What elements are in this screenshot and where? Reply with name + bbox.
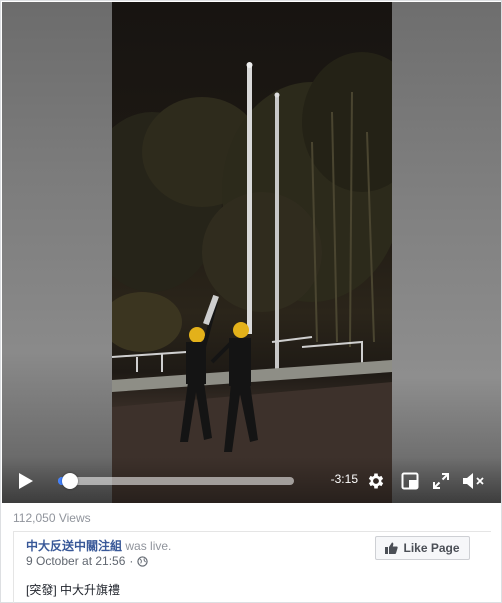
divider [13,531,491,532]
meta-separator: · [129,554,134,568]
video-player[interactable]: -3:15 [2,2,501,503]
mute-button[interactable] [461,469,487,493]
gear-icon [368,473,384,489]
like-page-label: Like Page [403,541,460,555]
video-controls-bar: -3:15 [2,457,501,503]
post-timestamp[interactable]: 9 October at 21:56 [26,554,125,568]
page-name-link[interactable]: 中大反送中關注組 [26,539,122,553]
muted-speaker-icon [463,473,484,489]
flagpole-right [275,94,279,369]
fullscreen-button[interactable] [429,469,453,493]
time-remaining: -3:15 [330,472,358,486]
picture-in-picture-button[interactable] [398,469,422,493]
settings-button[interactable] [364,469,388,493]
picture-in-picture-icon [401,472,419,490]
live-status-text: was live. [125,539,172,553]
post-attribution: 中大反送中關注組 was live. [26,537,171,554]
post-caption: [突發] 中大升旗禮 [26,583,121,597]
thumbs-up-icon [385,542,399,554]
fullscreen-icon [433,473,449,489]
post-meta: 9 October at 21:56 · [26,554,149,568]
video-scene [112,52,392,503]
shared-post-rule [13,532,14,603]
seek-handle[interactable] [62,473,78,489]
video-blur-backdrop-left [2,2,112,503]
seek-bar[interactable] [58,473,294,489]
seek-track [58,477,294,485]
play-icon [19,473,33,489]
video-post-card: -3:15 112,050 Views 中大反送中關注組 was live. 9… [0,0,502,603]
like-page-button[interactable]: Like Page [375,536,470,560]
flagpole-left [247,64,252,334]
view-count: 112,050 Views [13,511,91,525]
globe-icon [137,555,149,567]
play-button[interactable] [14,469,38,493]
video-blur-backdrop-right [392,2,501,503]
video-frame [112,2,392,503]
